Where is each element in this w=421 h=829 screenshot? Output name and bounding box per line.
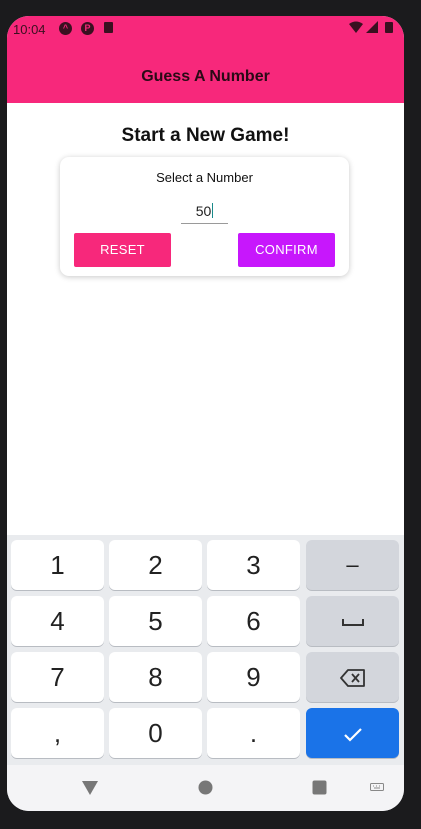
key-comma[interactable]: , (11, 708, 104, 758)
back-icon[interactable] (82, 781, 98, 795)
key-minus[interactable]: – (306, 540, 399, 590)
number-input-card: Select a Number 50 RESET CONFIRM (60, 157, 349, 276)
sd-card-icon (104, 22, 113, 33)
status-bar: 10:04 ^ P (7, 16, 404, 42)
p-notification-icon: P (81, 22, 94, 35)
key-4[interactable]: 4 (11, 596, 104, 646)
app-header: 10:04 ^ P Guess A Number (7, 16, 404, 103)
number-input[interactable]: 50 (181, 199, 228, 224)
confirm-button[interactable]: CONFIRM (238, 233, 335, 267)
header-title: Guess A Number (141, 68, 270, 85)
key-0[interactable]: 0 (109, 708, 202, 758)
key-period[interactable]: . (207, 708, 300, 758)
key-2[interactable]: 2 (109, 540, 202, 590)
keyboard-switch-icon[interactable] (370, 783, 384, 793)
key-5[interactable]: 5 (109, 596, 202, 646)
page-title: Start a New Game! (121, 125, 290, 146)
reset-button[interactable]: RESET (74, 233, 171, 267)
key-6[interactable]: 6 (207, 596, 300, 646)
key-7[interactable]: 7 (11, 652, 104, 702)
status-time: 10:04 (13, 22, 46, 37)
text-caret (212, 203, 214, 218)
backspace-icon (339, 669, 365, 688)
battery-icon (385, 22, 393, 33)
key-space[interactable] (306, 596, 399, 646)
key-3[interactable]: 3 (207, 540, 300, 590)
key-8[interactable]: 8 (109, 652, 202, 702)
checkmark-icon (343, 728, 362, 742)
key-done[interactable] (306, 708, 399, 758)
system-nav-bar (7, 765, 404, 811)
key-1[interactable]: 1 (11, 540, 104, 590)
number-input-value: 50 (195, 203, 212, 219)
recents-icon[interactable] (312, 780, 327, 795)
wifi-icon (349, 21, 363, 33)
numeric-keyboard: 1 2 3 – 4 5 6 7 8 9 , 0 . (7, 535, 404, 765)
phone-screen: 10:04 ^ P Guess A Number Start a New Gam… (7, 16, 404, 811)
key-9[interactable]: 9 (207, 652, 300, 702)
home-icon[interactable] (198, 780, 213, 795)
android-notification-icon: ^ (59, 22, 72, 35)
key-backspace[interactable] (306, 652, 399, 702)
select-number-label: Select a Number (156, 170, 253, 185)
space-icon (341, 619, 364, 627)
signal-icon (366, 21, 378, 33)
